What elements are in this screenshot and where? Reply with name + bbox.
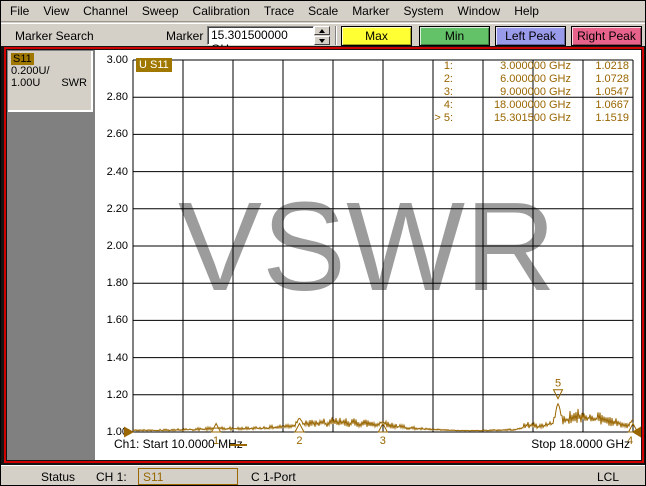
channel-label: CH 1: (96, 470, 127, 484)
menu-item-help[interactable]: Help (507, 2, 546, 21)
marker-table-cell: 4: (443, 99, 453, 111)
status-label: Status (41, 470, 76, 484)
marker-table-cell: 6.000000 GHz (500, 73, 571, 85)
menu-item-system[interactable]: System (397, 2, 451, 21)
trace-scale: 0.200U/ (11, 65, 50, 77)
y-tick-label: 2.80 (106, 91, 128, 104)
measurement-field: S11 (138, 468, 238, 485)
measurement-screen: 3.00 2.80 2.60 2.40 2.20 2.00 1.80 1.60 1.40 1.20… (95, 50, 641, 460)
marker-table-cell: 2: (443, 73, 453, 85)
marker-table-cell: 1.0218 (595, 60, 629, 72)
toolbar-button-max[interactable]: Max (341, 26, 412, 46)
marker-table-cell: > 5: (434, 112, 453, 124)
sweep-start-label: Ch1: Start 10.0000 MHz (114, 437, 243, 451)
arrow-down-icon (319, 38, 325, 43)
local-remote-status: LCL (596, 470, 619, 484)
marker-search-toolbar: Marker Search Marker 5 15.301500000 GHz … (1, 23, 645, 56)
menu-item-file[interactable]: File (3, 2, 36, 21)
marker-frequency-input[interactable]: 15.301500000 GHz (207, 26, 314, 56)
marker-table-cell: 1.0728 (595, 73, 629, 85)
menu-item-view[interactable]: View (36, 2, 76, 21)
trace-info-panel[interactable]: S11 0.200U/ 1.00U SWR (8, 51, 93, 112)
marker-table-cell: 1: (443, 60, 453, 72)
y-tick-label: 1.80 (106, 277, 128, 290)
y-tick-label: 2.00 (106, 240, 128, 252)
marker-table-cell: 1.1519 (595, 112, 629, 124)
sweep-stop-label: Stop 18.0000 GHz (531, 437, 630, 451)
y-tick-label: 3.00 (106, 54, 128, 66)
toolbar-title: Marker Search (15, 29, 94, 43)
menu-item-channel[interactable]: Channel (76, 2, 135, 21)
toolbar-button-min[interactable]: Min (419, 26, 490, 46)
display-red-frame: S11 0.200U/ 1.00U SWR 3.00 2.80 2.60 2.40 2.… (4, 47, 644, 463)
menu-bar: File View Channel Sweep Calibration Trace Scal… (1, 1, 645, 22)
marker-table-row: > 5: 15.301500 GHz 1.1519 (395, 112, 629, 125)
marker-table-row: 4: 18.000000 GHz 1.0667 (395, 99, 629, 112)
toolbar-separator (335, 26, 337, 45)
y-tick-label: 2.20 (106, 202, 128, 215)
y-tick-label: 1.60 (106, 314, 128, 327)
marker-table-cell: 3.000000 GHz (500, 60, 571, 72)
marker-table-cell: 18.000000 GHz (493, 99, 571, 111)
marker-frequency-spinner (314, 26, 330, 45)
marker-number-label: 5 (555, 378, 561, 390)
menu-item-sweep[interactable]: Sweep (135, 2, 186, 21)
trace-legend-dash (230, 444, 247, 446)
y-tick-label: 1.40 (106, 351, 128, 364)
toolbar-button-left-peak[interactable]: Left Peak (495, 26, 566, 46)
marker-table-cell: 15.301500 GHz (493, 112, 571, 124)
marker-table-cell: 9.000000 GHz (500, 86, 571, 98)
marker-number-label: 2 (296, 435, 302, 447)
spinner-down-button[interactable] (314, 36, 330, 45)
menu-item-marker[interactable]: Marker (345, 2, 396, 21)
calibration-status: C 1-Port (251, 470, 296, 484)
vna-app-window: File View Channel Sweep Calibration Trace Scal… (0, 0, 646, 486)
marker-table-cell: 1.0667 (595, 99, 629, 111)
marker-table-cell: 3: (443, 86, 453, 98)
trace-sidebar: S11 0.200U/ 1.00U SWR (7, 50, 95, 460)
y-tick-label: 2.60 (106, 128, 128, 141)
menu-item-trace[interactable]: Trace (257, 2, 301, 21)
y-tick-label: 2.40 (106, 165, 128, 178)
marker-table-row: 1: 3.000000 GHz 1.0218 (395, 60, 629, 73)
menu-item-scale[interactable]: Scale (301, 2, 345, 21)
marker-table-cell: 1.0547 (595, 86, 629, 98)
marker-table-row: 2: 6.000000 GHz 1.0728 (395, 73, 629, 86)
trace-name-badge[interactable]: S11 (11, 53, 34, 65)
active-trace-label: U S11 (136, 58, 172, 72)
y-tick-label: 1.20 (106, 388, 128, 401)
marker-table-row: 3: 9.000000 GHz 1.0547 (395, 86, 629, 99)
arrow-up-icon (319, 28, 325, 33)
instrument-display: S11 0.200U/ 1.00U SWR 3.00 2.80 2.60 2.40 2.… (1, 46, 645, 465)
marker-glyph-active[interactable] (552, 389, 564, 400)
menu-item-window[interactable]: Window (451, 2, 508, 21)
menu-item-calibration[interactable]: Calibration (186, 2, 257, 21)
status-bar: Status CH 1: S11 C 1-Port LCL (1, 465, 645, 485)
trace-reference: 1.00U (11, 77, 41, 89)
marker-number-label: 3 (380, 435, 386, 447)
toolbar-button-right-peak[interactable]: Right Peak (571, 26, 642, 46)
spinner-up-button[interactable] (314, 26, 330, 35)
trace-format: SWR (61, 77, 87, 89)
